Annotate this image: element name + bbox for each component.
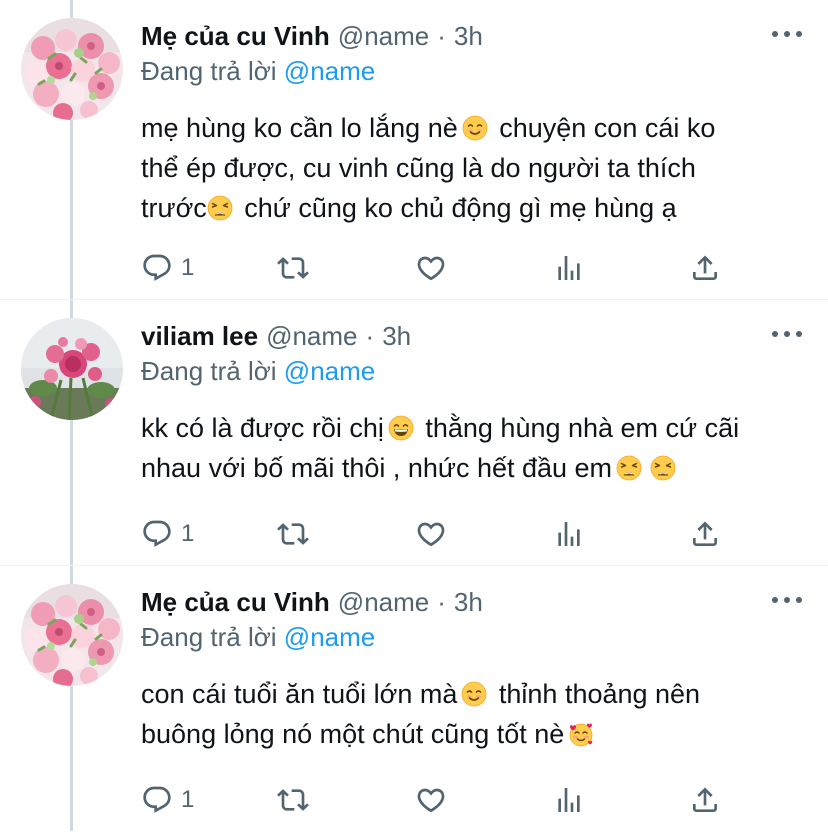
analytics-button[interactable] bbox=[553, 514, 585, 554]
tweet-text-segment: nhau với bố mãi thôi , nhức hết đầu em bbox=[141, 453, 613, 483]
retweet-button[interactable] bbox=[277, 514, 309, 554]
analytics-button[interactable] bbox=[553, 248, 585, 288]
reply-icon bbox=[141, 252, 173, 284]
weary-face-emoji bbox=[616, 455, 642, 481]
tweet-header: viliam lee @name · 3h bbox=[141, 318, 411, 354]
tweet-text: mẹ hùng ko cần lo lắng nè chuyện con cái… bbox=[141, 108, 801, 228]
smiling-face-with-hearts-emoji bbox=[568, 721, 594, 747]
heart-icon bbox=[415, 252, 447, 284]
replying-to: Đang trả lời @name bbox=[141, 56, 375, 87]
heart-icon bbox=[415, 518, 447, 550]
more-icon[interactable] bbox=[772, 24, 802, 44]
tweet-text: con cái tuổi ăn tuổi lớn mà thỉnh thoảng… bbox=[141, 674, 801, 754]
analytics-icon bbox=[553, 784, 585, 816]
tweet-header: Mẹ của cu Vinh @name · 3h bbox=[141, 18, 483, 54]
display-name[interactable]: Mẹ của cu Vinh bbox=[141, 21, 330, 52]
retweet-icon bbox=[277, 518, 309, 550]
tweet-text-segment: kk có là được rồi chị bbox=[141, 413, 384, 443]
tweet-text-segment: thỉnh thoảng nên bbox=[491, 679, 701, 709]
share-icon bbox=[689, 252, 721, 284]
reply-button[interactable]: 1 bbox=[141, 780, 194, 820]
tweet-text-segment: buông lỏng nó một chút cũng tốt nè bbox=[141, 719, 565, 749]
separator-dot: · bbox=[437, 20, 446, 51]
like-button[interactable] bbox=[415, 780, 447, 820]
weary-face-emoji bbox=[650, 455, 676, 481]
tweet[interactable]: Mẹ của cu Vinh @name · 3h Đang trả lời @… bbox=[0, 566, 828, 832]
share-button[interactable] bbox=[689, 780, 721, 820]
handle[interactable]: @name bbox=[266, 321, 357, 352]
retweet-icon bbox=[277, 784, 309, 816]
tweet-text-segment: con cái tuổi ăn tuổi lớn mà bbox=[141, 679, 458, 709]
tweet[interactable]: Mẹ của cu Vinh @name · 3h Đang trả lời @… bbox=[0, 0, 828, 300]
timestamp[interactable]: 3h bbox=[454, 587, 483, 618]
smiling-face-emoji bbox=[462, 115, 488, 141]
retweet-icon bbox=[277, 252, 309, 284]
share-button[interactable] bbox=[689, 514, 721, 554]
grinning-face-emoji bbox=[388, 415, 414, 441]
reply-icon bbox=[141, 518, 173, 550]
reply-icon bbox=[141, 784, 173, 816]
more-icon[interactable] bbox=[772, 590, 802, 610]
analytics-icon bbox=[553, 518, 585, 550]
tweet-text-segment: thằng hùng nhà em cứ cãi bbox=[417, 413, 740, 443]
tweet-header: Mẹ của cu Vinh @name · 3h bbox=[141, 584, 483, 620]
handle[interactable]: @name bbox=[338, 21, 429, 52]
reply-count: 1 bbox=[181, 520, 195, 547]
display-name[interactable]: viliam lee bbox=[141, 321, 258, 352]
heart-icon bbox=[415, 784, 447, 816]
reply-button[interactable]: 1 bbox=[141, 514, 194, 554]
more-icon[interactable] bbox=[772, 324, 802, 344]
action-bar: 1 bbox=[141, 248, 741, 288]
tweet-text-segment: trước bbox=[141, 193, 207, 223]
weary-face-emoji bbox=[207, 195, 233, 221]
tweet-text-segment: chứ cũng ko chủ động gì mẹ hùng ạ bbox=[236, 193, 677, 223]
replying-to: Đang trả lời @name bbox=[141, 356, 375, 387]
pink-flower-bouquet-image bbox=[21, 584, 123, 686]
reply-count: 1 bbox=[181, 254, 195, 281]
like-button[interactable] bbox=[415, 514, 447, 554]
mention-link[interactable]: @name bbox=[284, 622, 375, 652]
tweet-text: kk có là được rồi chị thằng hùng nhà em … bbox=[141, 408, 801, 488]
avatar[interactable] bbox=[21, 584, 123, 686]
replying-to-label: Đang trả lời bbox=[141, 356, 277, 386]
tweet-text-segment: chuyện con cái ko bbox=[491, 113, 716, 143]
handle[interactable]: @name bbox=[338, 587, 429, 618]
replying-to-label: Đang trả lời bbox=[141, 622, 277, 652]
timestamp[interactable]: 3h bbox=[454, 21, 483, 52]
tweet-text-segment: mẹ hùng ko cần lo lắng nè bbox=[141, 113, 458, 143]
pink-flower-bouquet-image bbox=[21, 18, 123, 120]
analytics-button[interactable] bbox=[553, 780, 585, 820]
mention-link[interactable]: @name bbox=[284, 56, 375, 86]
retweet-button[interactable] bbox=[277, 248, 309, 288]
retweet-button[interactable] bbox=[277, 780, 309, 820]
share-icon bbox=[689, 518, 721, 550]
replying-to: Đang trả lời @name bbox=[141, 622, 375, 653]
tweet[interactable]: viliam lee @name · 3h Đang trả lời @name… bbox=[0, 300, 828, 566]
avatar[interactable] bbox=[21, 318, 123, 420]
analytics-icon bbox=[553, 252, 585, 284]
mention-link[interactable]: @name bbox=[284, 356, 375, 386]
tweet-text-segment: thể ép được, cu vinh cũng là do người ta… bbox=[141, 153, 696, 183]
like-button[interactable] bbox=[415, 248, 447, 288]
timestamp[interactable]: 3h bbox=[382, 321, 411, 352]
reply-count: 1 bbox=[181, 786, 195, 813]
separator-dot: · bbox=[365, 320, 375, 351]
separator-dot: · bbox=[437, 586, 446, 617]
replying-to-label: Đang trả lời bbox=[141, 56, 277, 86]
action-bar: 1 bbox=[141, 780, 741, 820]
smiling-face-emoji bbox=[461, 681, 487, 707]
share-icon bbox=[689, 784, 721, 816]
action-bar: 1 bbox=[141, 514, 741, 554]
avatar[interactable] bbox=[21, 18, 123, 120]
share-button[interactable] bbox=[689, 248, 721, 288]
reply-button[interactable]: 1 bbox=[141, 248, 194, 288]
pink-roses-image bbox=[21, 318, 123, 420]
display-name[interactable]: Mẹ của cu Vinh bbox=[141, 587, 330, 618]
